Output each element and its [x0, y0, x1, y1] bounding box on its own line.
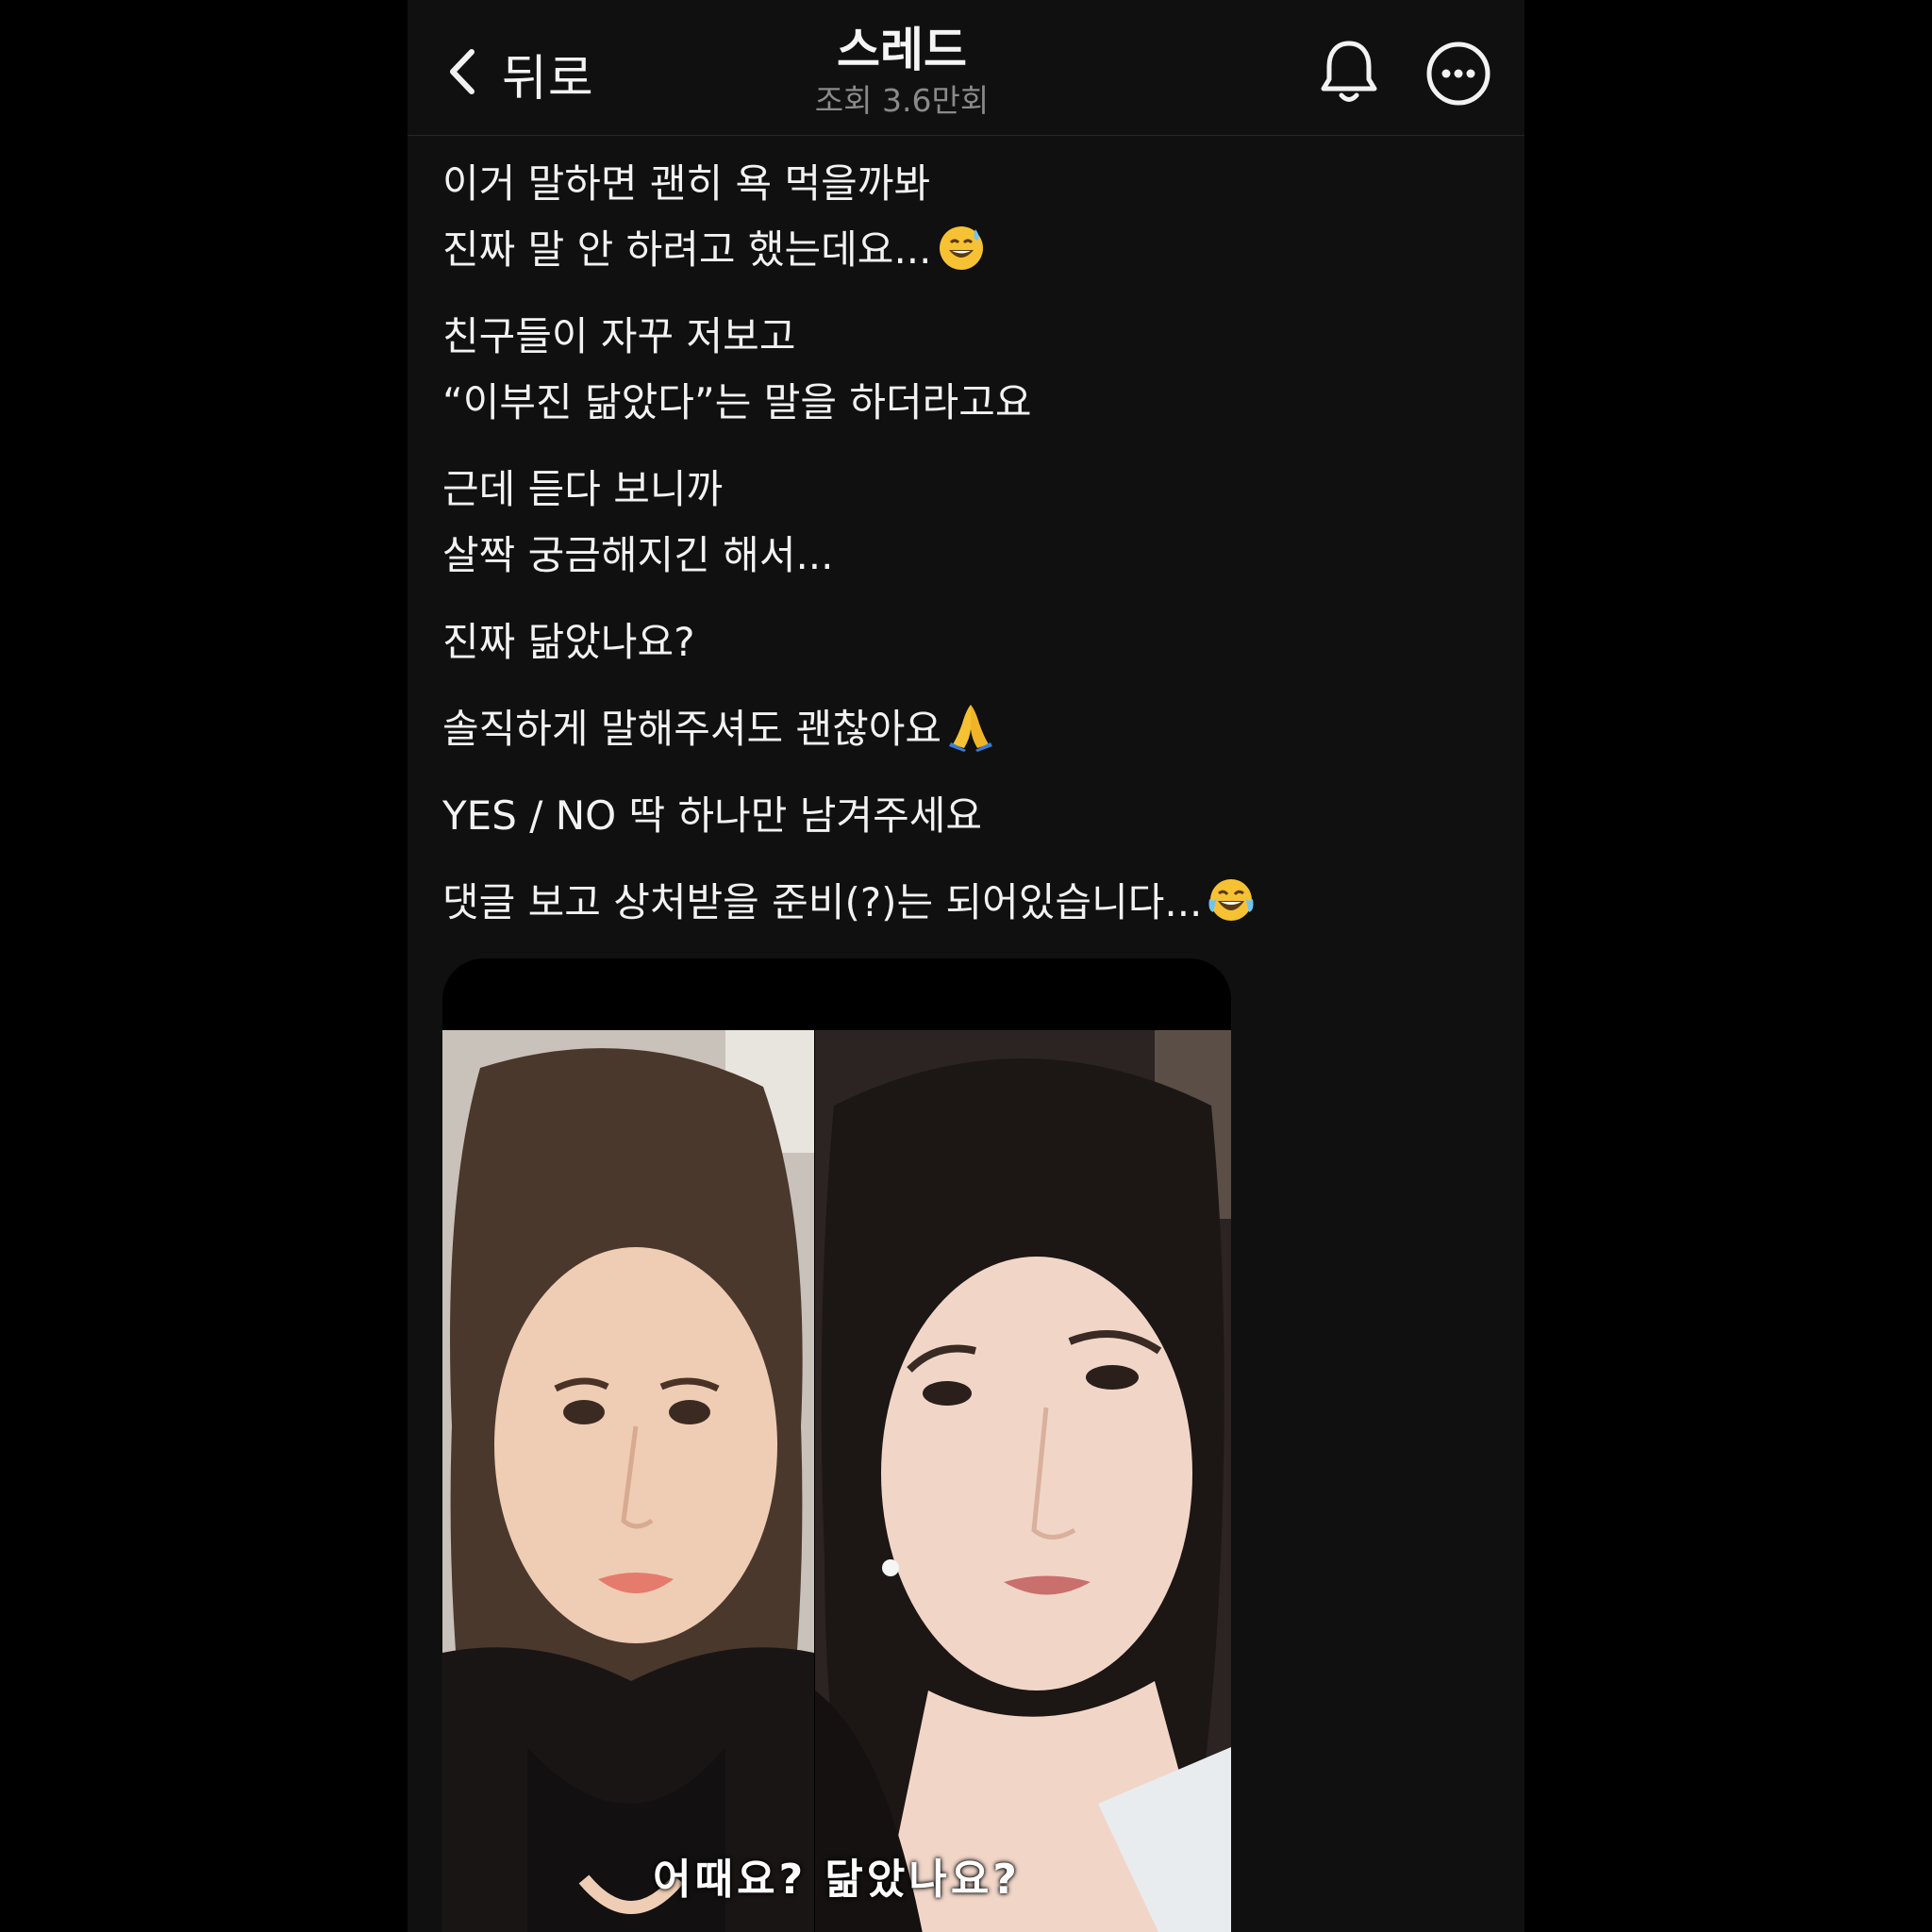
folded-hands-emoji-icon	[945, 701, 996, 752]
paragraph-text: 솔직하게 말해주셔도 괜찮아요	[442, 706, 942, 752]
back-button[interactable]: 뒤로	[445, 38, 594, 109]
more-options-button[interactable]	[1409, 36, 1507, 111]
bell-icon	[1300, 41, 1398, 115]
top-bar: 뒤로 스레드 조회 3.6만회	[408, 0, 1524, 136]
post-image[interactable]: 어때요? 닮았나요?	[442, 958, 1231, 1932]
more-icon	[1409, 42, 1507, 115]
post-body: 이거 말하면 괜히 욕 먹을까봐 진짜 말 안 하려고 했는데요... 친구들이…	[442, 151, 1499, 957]
post-paragraph: 진짜 닮았나요?	[442, 609, 1499, 675]
paragraph-text: 친구들이 자꾸 저보고 “이부진 닮았다”는 말을 하더라고요	[442, 313, 1032, 425]
screen-backdrop: 뒤로 스레드 조회 3.6만회 이거 말하면 괜히 욕 먹을까봐 진짜 말 안 …	[0, 0, 1932, 1932]
post-paragraph: 친구들이 자꾸 저보고 “이부진 닮았다”는 말을 하더라고요	[442, 304, 1499, 436]
right-portrait-photo	[815, 1030, 1231, 1932]
post-paragraph: 근데 듣다 보니까 살짝 궁금해지긴 해서...	[442, 457, 1499, 589]
paragraph-text: 이거 말하면 괜히 욕 먹을까봐 진짜 말 안 하려고 했는데요...	[442, 160, 932, 273]
view-count: 조회 3.6만회	[814, 82, 990, 119]
image-caption: 어때요? 닮았나요?	[653, 1856, 1021, 1904]
paragraph-text: 진짜 닮았나요?	[442, 619, 695, 665]
image-letterbox	[442, 958, 1231, 1030]
paragraph-text: 댓글 보고 상처받을 준비(?)는 되어있습니다...	[442, 879, 1203, 925]
left-portrait-photo	[442, 1030, 814, 1932]
thread-screen: 뒤로 스레드 조회 3.6만회 이거 말하면 괜히 욕 먹을까봐 진짜 말 안 …	[408, 0, 1524, 1932]
tears-of-joy-emoji-icon	[1206, 874, 1257, 925]
post-paragraph: 댓글 보고 상처받을 준비(?)는 되어있습니다...	[442, 870, 1499, 936]
sweat-smile-emoji-icon	[936, 222, 987, 273]
back-label: 뒤로	[502, 50, 594, 108]
post-paragraph: 솔직하게 말해주셔도 괜찮아요	[442, 696, 1499, 762]
title-block: 스레드 조회 3.6만회	[730, 21, 1074, 123]
page-title: 스레드	[837, 23, 967, 77]
post-paragraph: YES / NO 딱 하나만 남겨주세요	[442, 783, 1499, 849]
chevron-left-icon	[445, 46, 481, 101]
notification-button[interactable]	[1300, 36, 1398, 111]
paragraph-text: 근데 듣다 보니까 살짝 궁금해지긴 해서...	[442, 466, 834, 578]
paragraph-text: YES / NO 딱 하나만 남겨주세요	[442, 792, 982, 839]
post-paragraph: 이거 말하면 괜히 욕 먹을까봐 진짜 말 안 하려고 했는데요...	[442, 151, 1499, 283]
